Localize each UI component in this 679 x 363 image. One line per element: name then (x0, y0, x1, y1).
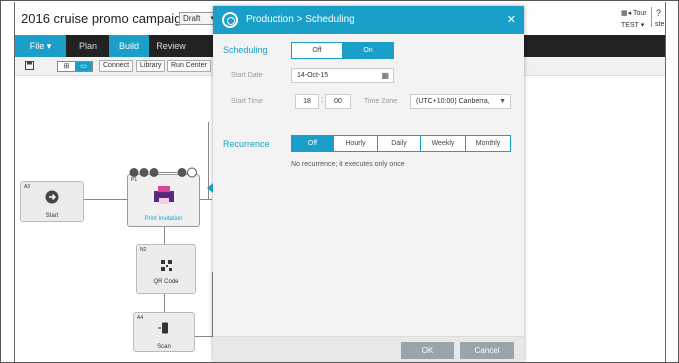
node-qr-code[interactable]: N2 QR Code (136, 244, 196, 294)
scheduling-off-option[interactable]: Off (292, 43, 343, 58)
recurrence-weekly-option[interactable]: Weekly (421, 136, 466, 151)
qr-code-icon (137, 258, 195, 276)
dialog-header: Production > Scheduling ✕ (213, 6, 524, 34)
cancel-button[interactable]: Cancel (460, 342, 514, 359)
scheduling-label: Scheduling (223, 45, 268, 55)
view-toggle[interactable]: ⊞ ▭ (57, 61, 93, 72)
status-label: Draft (183, 14, 201, 23)
node-label: Scan (157, 344, 171, 350)
arrow-icon (21, 190, 83, 209)
time-zone-value: (UTC+10:00) Canberra, (416, 98, 490, 105)
ok-button[interactable]: OK (401, 342, 454, 359)
status-dropdown[interactable]: Draft ▾ (179, 12, 217, 25)
tab-review[interactable]: Review (151, 35, 191, 57)
connect-button[interactable]: Connect (99, 60, 134, 72)
dialog-footer: OK Cancel (213, 336, 524, 362)
recurrence-daily-option[interactable]: Daily (378, 136, 421, 151)
app-window: 2016 cruise promo campaign Draft ▾ ▦◂ To… (14, 2, 666, 362)
scheduling-on-option[interactable]: On (343, 43, 393, 58)
time-zone-select[interactable]: (UTC+10:00) Canberra, ▼ (410, 94, 511, 109)
user-name: ste (655, 21, 665, 28)
node-badges (129, 165, 199, 178)
flow-view-icon[interactable]: ▭ (75, 62, 92, 71)
user-menu[interactable]: TEST ▾ (621, 21, 644, 29)
library-button[interactable]: Library (136, 60, 166, 72)
film-icon: ▦◂ (621, 10, 633, 17)
recurrence-off-option[interactable]: Off (292, 136, 334, 151)
connector (164, 227, 165, 244)
node-print-invitation[interactable]: P1 Print Invitation (127, 174, 200, 227)
node-label: QR Code (153, 279, 179, 285)
close-icon[interactable]: ✕ (507, 13, 516, 26)
connector (200, 199, 212, 200)
node-scan[interactable]: A4 Scan (133, 312, 195, 352)
tour-link[interactable]: ▦◂ Tour (621, 9, 647, 17)
page-title: 2016 cruise promo campaign (21, 11, 189, 26)
divider (651, 7, 652, 27)
connector (195, 336, 213, 337)
recurrence-hourly-option[interactable]: Hourly (334, 136, 378, 151)
node-label: Print Invitation (144, 216, 183, 222)
tab-build[interactable]: Build (109, 35, 149, 57)
calendar-icon[interactable]: ▦ (381, 69, 389, 82)
recurrence-note: No recurrence; it executes only once (291, 161, 405, 168)
start-date-value: 14-Oct-15 (297, 72, 329, 79)
recurrence-monthly-option[interactable]: Monthly (466, 136, 510, 151)
run-center-button[interactable]: Run Center (167, 60, 211, 72)
start-hour-field[interactable]: 18 (295, 94, 319, 109)
start-time-label: Start Time (231, 98, 263, 105)
time-zone-label: Time Zone (364, 98, 398, 105)
dialog-title: Production > Scheduling (246, 14, 355, 25)
recurrence-toggle: Off Hourly Daily Weekly Monthly (291, 135, 511, 152)
node-label: Start (45, 213, 59, 219)
tab-plan[interactable]: Plan (70, 35, 106, 57)
start-date-field[interactable]: 14-Oct-15 ▦ (291, 68, 394, 83)
window-frame: 2016 cruise promo campaign Draft ▾ ▦◂ To… (0, 0, 679, 363)
recurrence-label: Recurrence (223, 139, 270, 149)
connector (164, 294, 165, 312)
scheduling-toggle: Off On (291, 42, 394, 59)
phone-scan-icon (134, 321, 194, 339)
print-icon (128, 185, 199, 210)
nav-file-menu[interactable]: File ▾ (15, 35, 66, 57)
diagram-view-icon[interactable]: ⊞ (58, 62, 75, 71)
dialog-pointer (207, 183, 213, 193)
start-date-label: Start Date (231, 72, 263, 79)
chevron-down-icon: ▼ (499, 98, 506, 105)
start-minute-field[interactable]: 00 (325, 94, 351, 109)
node-id: N2 (140, 247, 147, 253)
scheduling-dialog: Production > Scheduling ✕ Scheduling Off… (213, 6, 524, 362)
production-icon (222, 12, 238, 28)
save-icon[interactable] (25, 61, 34, 72)
connector (84, 199, 128, 200)
tour-label: Tour (632, 10, 647, 17)
node-start[interactable]: A3 Start (20, 181, 84, 222)
time-separator: : (321, 95, 324, 104)
help-icon[interactable]: ? (656, 8, 661, 18)
